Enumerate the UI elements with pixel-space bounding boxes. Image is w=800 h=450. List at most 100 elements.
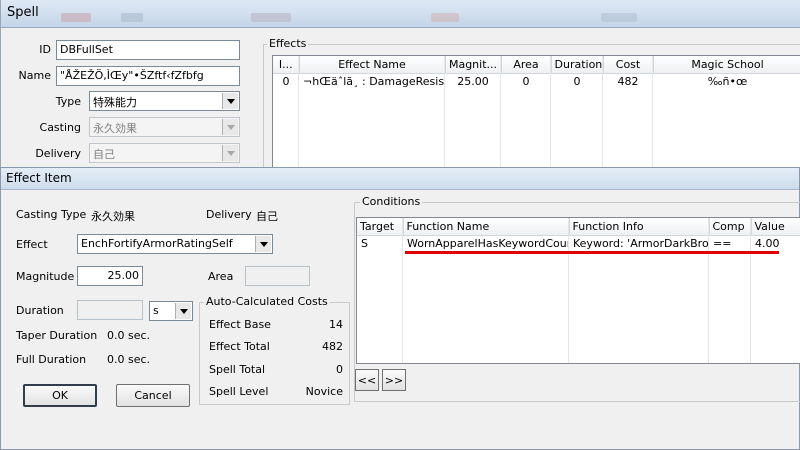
conditions-col-target[interactable]: Target: [357, 218, 404, 236]
delivery-select: 自己: [89, 143, 240, 163]
prev-condition-button[interactable]: <<: [355, 369, 379, 391]
type-label: Type: [55, 95, 81, 108]
magnitude-label: Magnitude: [16, 270, 75, 283]
delivery-label: Delivery: [35, 147, 81, 160]
duration-unit-value: s: [153, 304, 159, 317]
grid-line: [708, 218, 709, 363]
effects-col-area[interactable]: Area: [501, 56, 552, 74]
effect-item-title: Effect Item: [6, 171, 72, 185]
taper-duration-value: 0.0 sec.: [107, 329, 151, 342]
effect-index-cell: 0: [282, 75, 290, 89]
effect-cost-cell: 482: [617, 75, 639, 89]
table-row[interactable]: 0 ¬hŒäˆlã¸ : DamageResist 25.00 0 0 482 …: [273, 73, 800, 90]
casting-type-value: 永久効果: [91, 210, 135, 223]
effects-col-magic-school[interactable]: Magic School: [653, 56, 800, 74]
grid-line: [550, 56, 551, 169]
chevron-down-icon[interactable]: [255, 236, 271, 252]
conditions-list[interactable]: Target Function Name Function Info Comp …: [356, 217, 800, 364]
effects-col-duration[interactable]: Duration: [551, 56, 604, 74]
spell-level-value: Novice: [305, 385, 343, 398]
effect-name-cell: ¬hŒäˆlã¸ : DamageResist: [303, 75, 445, 89]
effect-item-dialog: Effect Item Casting Type 永久効果 Delivery 自…: [0, 167, 800, 450]
grid-line: [402, 218, 403, 363]
chevron-down-icon[interactable]: [222, 93, 238, 109]
id-label: ID: [39, 43, 51, 56]
name-field[interactable]: "ÅŽEŽÖ,ÌŒy"•ŠZftf‹fZfbfg: [56, 66, 240, 86]
highlight-underline: [405, 251, 779, 254]
effect-label: Effect: [16, 238, 48, 251]
id-field[interactable]: DBFullSet: [56, 40, 240, 60]
cancel-button[interactable]: Cancel: [116, 384, 190, 407]
chevron-down-icon: [222, 145, 238, 161]
grid-line: [298, 56, 299, 169]
effect-magic-school-cell: ‰ñ•œ: [707, 75, 748, 89]
effect-base-label: Effect Base: [209, 318, 271, 331]
casting-select: 永久効果: [89, 117, 240, 137]
delivery-value: 自己: [256, 210, 278, 223]
full-duration-value: 0.0 sec.: [107, 353, 151, 366]
table-row[interactable]: S WornApparelHasKeywordCount Keyword: 'A…: [357, 235, 800, 252]
grid-line: [652, 56, 653, 169]
effect-area-cell: 0: [522, 75, 530, 89]
spell-total-value: 0: [336, 363, 343, 376]
condition-comp-cell: ==: [713, 237, 732, 251]
grid-line: [750, 218, 751, 363]
conditions-label: Conditions: [360, 195, 423, 208]
casting-select-value: 永久効果: [93, 122, 137, 135]
effects-header-row: I... Effect Name Magnit... Area Duration…: [273, 56, 800, 74]
condition-function-info-cell: Keyword: 'ArmorDarkBro...: [573, 237, 709, 251]
full-duration-label: Full Duration: [16, 353, 87, 366]
effect-base-value: 14: [329, 318, 343, 331]
effect-duration-cell: 0: [573, 75, 581, 89]
conditions-col-value[interactable]: Value: [751, 218, 800, 236]
duration-field: [77, 300, 143, 320]
name-label: Name: [18, 69, 51, 82]
grid-line: [444, 56, 445, 169]
titlebar-background-pattern: [251, 13, 291, 22]
effect-select-value: EnchFortifyArmorRatingSelf: [81, 237, 233, 250]
effects-col-magnitude[interactable]: Magnit...: [445, 56, 502, 74]
effect-select[interactable]: EnchFortifyArmorRatingSelf: [77, 234, 273, 254]
delivery-label: Delivery: [206, 208, 252, 221]
magnitude-field[interactable]: 25.00: [77, 266, 143, 286]
conditions-col-comp[interactable]: Comp: [709, 218, 752, 236]
spell-window: Spell ID DBFullSet Name "ÅŽEŽÖ,ÌŒy"•ŠZft…: [0, 0, 800, 170]
conditions-col-function-info[interactable]: Function Info: [569, 218, 710, 236]
effect-item-titlebar[interactable]: Effect Item: [1, 168, 799, 190]
effects-list[interactable]: I... Effect Name Magnit... Area Duration…: [272, 55, 800, 170]
casting-type-label: Casting Type: [16, 208, 87, 221]
conditions-col-function-name[interactable]: Function Name: [403, 218, 570, 236]
condition-target-cell: S: [361, 237, 368, 251]
type-select-value: 特殊能力: [93, 96, 137, 109]
effects-col-cost[interactable]: Cost: [603, 56, 654, 74]
effects-col-effect-name[interactable]: Effect Name: [299, 56, 446, 74]
spell-total-label: Spell Total: [209, 363, 266, 376]
ok-button[interactable]: OK: [23, 384, 97, 407]
spell-titlebar[interactable]: Spell: [1, 0, 800, 28]
effects-col-index[interactable]: I...: [273, 56, 300, 74]
conditions-header-row: Target Function Name Function Info Comp …: [357, 218, 800, 236]
grid-line: [602, 56, 603, 169]
delivery-select-value: 自己: [93, 148, 115, 161]
titlebar-background-pattern: [121, 13, 143, 22]
effects-table: I... Effect Name Magnit... Area Duration…: [273, 56, 800, 90]
titlebar-background-pattern: [601, 13, 637, 22]
grid-line: [568, 218, 569, 363]
titlebar-background-pattern: [61, 13, 91, 22]
type-select[interactable]: 特殊能力: [89, 91, 240, 111]
spell-window-title: Spell: [7, 5, 39, 20]
condition-function-name-cell: WornApparelHasKeywordCount: [407, 237, 569, 251]
condition-value-cell: 4.00: [755, 237, 780, 251]
chevron-down-icon[interactable]: [175, 303, 191, 319]
titlebar-background-pattern: [431, 13, 459, 22]
auto-costs-label: Auto-Calculated Costs: [204, 295, 330, 308]
chevron-down-icon: [222, 119, 238, 135]
area-field: [245, 266, 310, 286]
next-condition-button[interactable]: >>: [382, 369, 406, 391]
casting-label: Casting: [39, 121, 81, 134]
spell-level-label: Spell Level: [209, 385, 269, 398]
taper-duration-label: Taper Duration: [16, 329, 98, 342]
effect-total-value: 482: [322, 340, 343, 353]
duration-unit-select[interactable]: s: [149, 301, 193, 321]
effects-group-label: Effects: [267, 37, 309, 50]
